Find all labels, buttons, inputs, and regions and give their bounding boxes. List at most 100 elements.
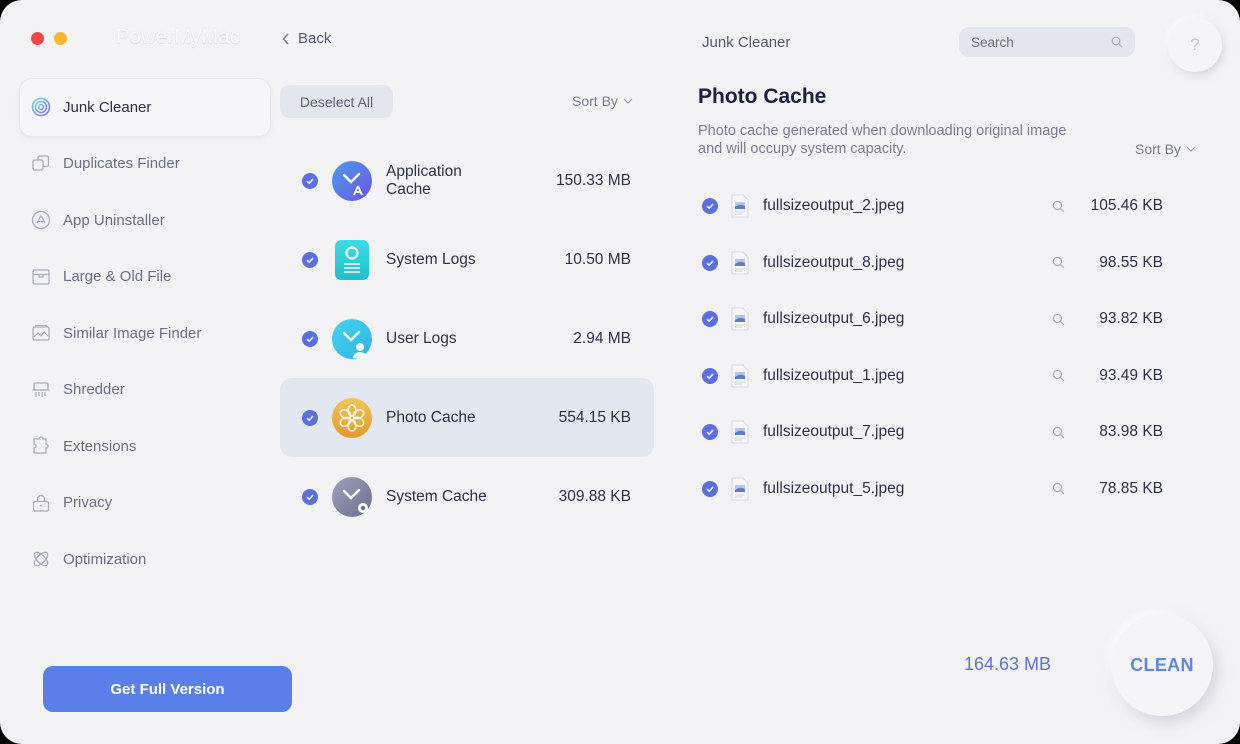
preview-magnifier-icon[interactable]	[1052, 256, 1065, 269]
file-name: fullsizeoutput_6.jpeg	[763, 310, 905, 328]
sidebar-item-privacy[interactable]: Privacy	[20, 475, 270, 532]
checkmark-icon	[706, 260, 714, 266]
category-row-application-cache[interactable]: Application Cache 150.33 MB	[280, 141, 654, 220]
search-box[interactable]	[959, 27, 1135, 57]
sidebar-item-large-old-file[interactable]: Large & Old File	[20, 249, 270, 306]
sidebar: Junk Cleaner Duplicates Finder App Unins…	[20, 79, 270, 588]
file-checkbox[interactable]	[702, 254, 718, 271]
file-checkbox[interactable]	[702, 424, 718, 441]
jpeg-file-icon	[731, 194, 749, 218]
sidebar-item-duplicates-finder[interactable]: Duplicates Finder	[20, 136, 270, 193]
section-title: Junk Cleaner	[702, 34, 791, 51]
sidebar-item-similar-image-finder[interactable]: Similar Image Finder	[20, 305, 270, 362]
sidebar-item-optimization[interactable]: Optimization	[20, 531, 270, 588]
sidebar-item-label: Extensions	[63, 437, 137, 455]
file-name: fullsizeoutput_8.jpeg	[763, 253, 905, 271]
search-input[interactable]	[971, 34, 1101, 50]
file-row[interactable]: fullsizeoutput_5.jpeg 78.85 KB	[700, 461, 1170, 518]
search-icon[interactable]	[1111, 36, 1123, 48]
back-button[interactable]: Back	[282, 30, 331, 47]
file-sort-dropdown[interactable]: Sort By	[1135, 141, 1196, 157]
category-row-user-logs[interactable]: User Logs 2.94 MB	[280, 299, 654, 378]
help-button[interactable]: ?	[1168, 18, 1222, 72]
checkmark-icon	[706, 429, 714, 436]
sidebar-item-label: Optimization	[63, 550, 147, 568]
checkmark-icon	[706, 373, 714, 379]
category-list: Application Cache 150.33 MB System Logs …	[280, 141, 654, 536]
category-name: System Cache	[386, 487, 487, 505]
sidebar-item-junk-cleaner[interactable]: Junk Cleaner	[20, 79, 270, 136]
sort-label: Sort By	[1135, 141, 1181, 157]
sidebar-item-label: Similar Image Finder	[63, 324, 202, 342]
sidebar-item-label: Shredder	[63, 381, 125, 399]
file-size: 93.82 KB	[1099, 310, 1163, 328]
sidebar-item-label: Junk Cleaner	[63, 98, 152, 116]
preview-magnifier-icon[interactable]	[1052, 482, 1065, 495]
file-row[interactable]: fullsizeoutput_1.jpeg 93.49 KB	[700, 348, 1170, 405]
sidebar-item-label: Privacy	[63, 494, 113, 512]
checkmark-icon	[306, 494, 314, 500]
category-sort-dropdown[interactable]: Sort By	[572, 93, 633, 109]
category-name: Application Cache	[386, 162, 462, 198]
file-size: 78.85 KB	[1099, 479, 1163, 497]
file-size: 93.49 KB	[1099, 366, 1163, 384]
file-row[interactable]: fullsizeoutput_6.jpeg 93.82 KB	[700, 291, 1170, 348]
file-row[interactable]: fullsizeoutput_7.jpeg 83.98 KB	[700, 404, 1170, 461]
sidebar-item-shredder[interactable]: Shredder	[20, 362, 270, 419]
checkmark-icon	[706, 203, 714, 210]
application-cache-icon	[332, 160, 372, 201]
checkmark-icon	[706, 486, 714, 492]
clean-button[interactable]: CLEAN	[1111, 614, 1213, 716]
preview-magnifier-icon[interactable]	[1052, 200, 1065, 213]
category-row-system-logs[interactable]: System Logs 10.50 MB	[280, 220, 654, 299]
get-full-version-button[interactable]: Get Full Version	[43, 666, 292, 712]
sidebar-item-app-uninstaller[interactable]: App Uninstaller	[20, 192, 270, 249]
system-logs-icon	[335, 239, 369, 280]
preview-magnifier-icon[interactable]	[1052, 313, 1065, 326]
system-cache-icon	[332, 476, 372, 517]
sidebar-item-extensions[interactable]: Extensions	[20, 418, 270, 475]
checkmark-icon	[306, 336, 314, 342]
checkmark-icon	[306, 415, 314, 421]
duplicates-icon	[32, 155, 50, 171]
junk-cleaner-icon	[31, 97, 51, 117]
file-checkbox[interactable]	[702, 198, 718, 215]
deselect-all-button[interactable]: Deselect All	[280, 85, 393, 118]
close-window-button[interactable]	[31, 32, 44, 45]
sort-label: Sort By	[572, 93, 618, 109]
minimize-window-button[interactable]	[54, 32, 67, 45]
lock-icon	[32, 494, 50, 512]
category-checkbox[interactable]	[302, 251, 318, 268]
back-label: Back	[298, 30, 332, 47]
file-checkbox[interactable]	[702, 311, 718, 328]
category-row-system-cache[interactable]: System Cache 309.88 KB	[280, 457, 654, 536]
preview-magnifier-icon[interactable]	[1052, 369, 1065, 382]
category-checkbox[interactable]	[302, 172, 318, 189]
file-list: fullsizeoutput_2.jpeg 105.46 KB fullsize…	[700, 178, 1170, 517]
category-size: 309.88 KB	[558, 487, 631, 505]
file-row[interactable]: fullsizeoutput_2.jpeg 105.46 KB	[700, 178, 1170, 235]
detail-title: Photo Cache	[698, 85, 827, 108]
file-row[interactable]: fullsizeoutput_8.jpeg 98.55 KB	[700, 235, 1170, 292]
user-logs-icon	[332, 318, 372, 359]
category-size: 150.33 MB	[556, 171, 631, 189]
category-row-photo-cache[interactable]: Photo Cache 554.15 KB	[280, 378, 654, 457]
file-size: 105.46 KB	[1090, 197, 1163, 215]
jpeg-file-icon	[731, 420, 749, 444]
category-checkbox[interactable]	[302, 488, 318, 505]
app-uninstaller-icon	[31, 211, 51, 230]
category-size: 554.15 KB	[558, 408, 631, 426]
category-checkbox[interactable]	[302, 330, 318, 347]
chevron-left-icon	[282, 33, 289, 44]
file-checkbox[interactable]	[702, 367, 718, 384]
preview-magnifier-icon[interactable]	[1052, 426, 1065, 439]
file-name: fullsizeoutput_2.jpeg	[763, 197, 905, 215]
file-checkbox[interactable]	[702, 480, 718, 497]
jpeg-file-icon	[731, 307, 749, 331]
category-size: 2.94 MB	[573, 329, 631, 347]
category-checkbox[interactable]	[302, 409, 318, 426]
file-name: fullsizeoutput_1.jpeg	[763, 366, 905, 384]
sidebar-item-label: Large & Old File	[63, 268, 172, 286]
category-name: System Logs	[386, 250, 476, 268]
jpeg-file-icon	[731, 364, 749, 388]
